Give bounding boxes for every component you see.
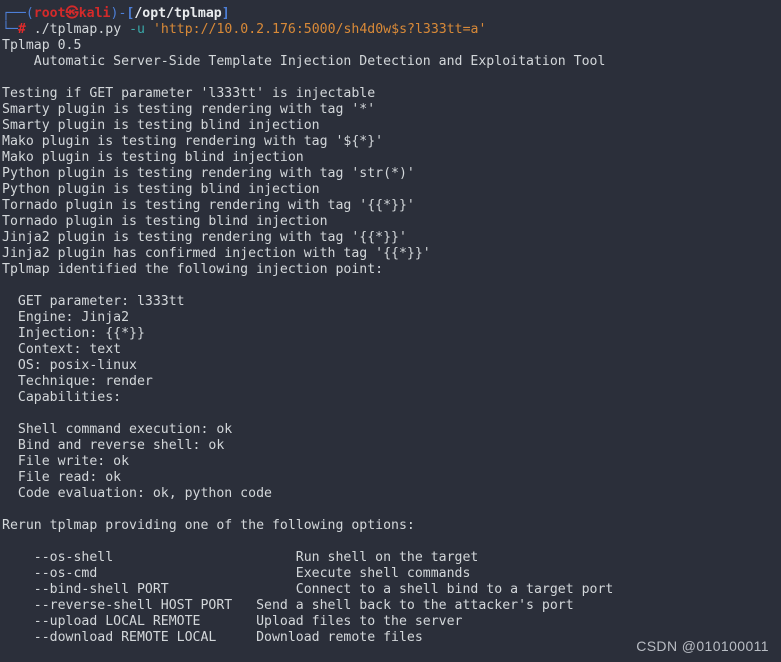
- prompt-separator-icon: ㉿: [65, 6, 79, 21]
- option-line-bind-shell: --bind-shell PORT Connect to a shell bin…: [2, 582, 614, 597]
- injection-detail-line: Engine: Jinja2: [2, 310, 130, 325]
- scan-log-line: Jinja2 plugin has confirmed injection wi…: [2, 246, 431, 261]
- command-flag-u: -u: [129, 22, 145, 37]
- scan-log-line: Mako plugin is testing blind injection: [2, 150, 304, 165]
- option-line-os-cmd: --os-cmd Execute shell commands: [2, 566, 471, 581]
- command-url-argument: 'http://10.0.2.176:5000/sh4d0w$s?l333tt=…: [152, 22, 487, 37]
- injection-detail-line: Capabilities:: [2, 390, 122, 405]
- prompt-open-paren: (: [25, 6, 34, 21]
- capability-line: Shell command execution: ok: [2, 422, 233, 437]
- rerun-notice: Rerun tplmap providing one of the follow…: [2, 518, 415, 533]
- banner-version: Tplmap 0.5: [2, 38, 82, 53]
- prompt-user: root: [33, 6, 66, 21]
- scan-log-line: Python plugin is testing rendering with …: [2, 166, 415, 181]
- command-name: ./tplmap.py: [33, 22, 122, 37]
- shell-prompt-line-2: └─# ./tplmap.py -u 'http://10.0.2.176:50…: [2, 22, 781, 38]
- scan-log-line: Mako plugin is testing rendering with ta…: [2, 134, 384, 149]
- prompt-box-top: ┌──: [2, 6, 26, 21]
- prompt-host: kali: [78, 6, 111, 21]
- scan-log-line: Smarty plugin is testing blind injection: [2, 118, 320, 133]
- csdn-watermark: CSDN @010100011: [636, 638, 769, 654]
- command-space-1: [26, 22, 34, 37]
- terminal-window[interactable]: ┌──(root㉿kali)-[/opt/tplmap] └─# ./tplma…: [0, 0, 781, 662]
- capability-line: File read: ok: [2, 470, 122, 485]
- option-line-upload: --upload LOCAL REMOTE Upload files to th…: [2, 614, 463, 629]
- scan-log-line: Smarty plugin is testing rendering with …: [2, 102, 376, 117]
- scan-log-line: Tornado plugin is testing blind injectio…: [2, 214, 328, 229]
- prompt-close-bracket: ]: [221, 6, 230, 21]
- scan-log-line: Python plugin is testing blind injection: [2, 182, 320, 197]
- scan-log-line: Testing if GET parameter 'l333tt' is inj…: [2, 86, 376, 101]
- banner-tagline: Automatic Server-Side Template Injection…: [2, 54, 606, 69]
- injection-detail-line: OS: posix-linux: [2, 358, 137, 373]
- injection-detail-line: Injection: {{*}}: [2, 326, 145, 341]
- injection-detail-line: Context: text: [2, 342, 122, 357]
- prompt-path: /opt/tplmap: [134, 6, 222, 21]
- prompt-hash: #: [17, 22, 26, 37]
- injection-detail-line: GET parameter: l333tt: [2, 294, 185, 309]
- option-line-os-shell: --os-shell Run shell on the target: [2, 550, 479, 565]
- capability-line: Code evaluation: ok, python code: [2, 486, 272, 501]
- capability-line: File write: ok: [2, 454, 130, 469]
- option-line-reverse-shell: --reverse-shell HOST PORT Send a shell b…: [2, 598, 574, 613]
- capability-line: Bind and reverse shell: ok: [2, 438, 225, 453]
- shell-prompt-line-1: ┌──(root㉿kali)-[/opt/tplmap]: [2, 6, 781, 22]
- injection-detail-line: Technique: render: [2, 374, 153, 389]
- prompt-box-bottom: └─: [2, 22, 18, 37]
- scan-log-line: Jinja2 plugin is testing rendering with …: [2, 230, 407, 245]
- scan-log-line: Tornado plugin is testing rendering with…: [2, 198, 415, 213]
- scan-log-line: Tplmap identified the following injectio…: [2, 262, 384, 277]
- command-space-2: [121, 22, 129, 37]
- command-space-3: [145, 22, 153, 37]
